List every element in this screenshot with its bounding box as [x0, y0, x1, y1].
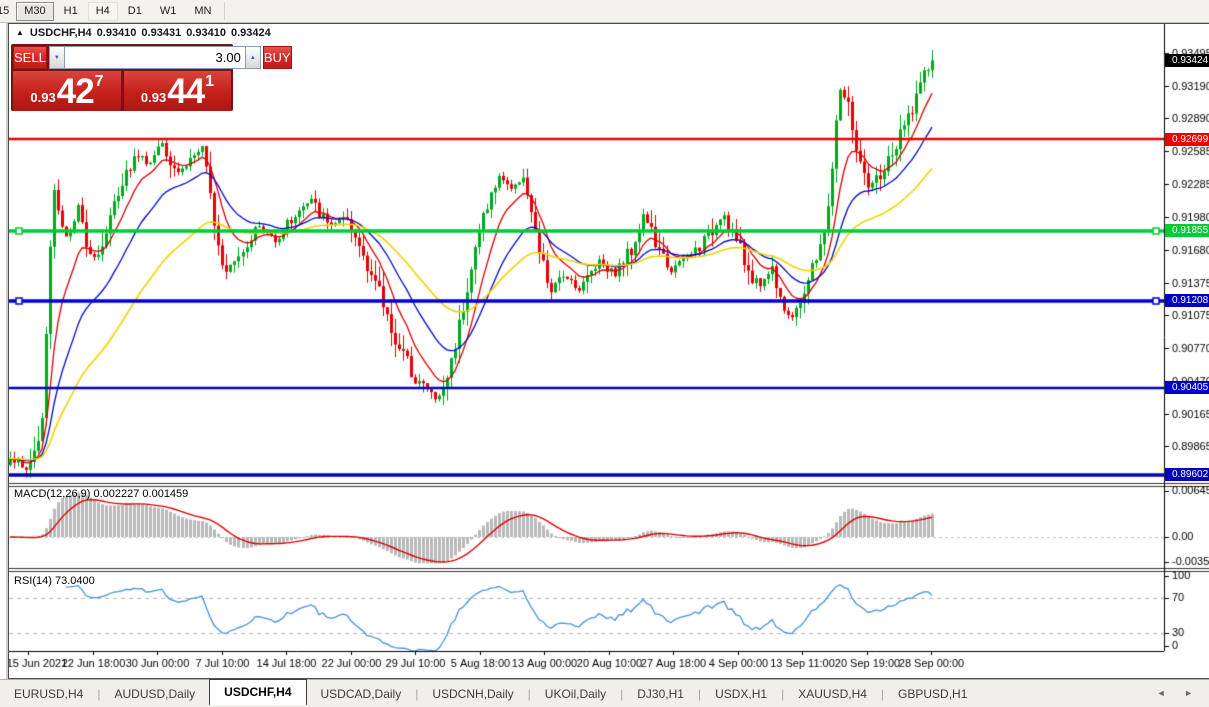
- chart-tab-bar: EURUSD,H4|AUDUSD,DailyUSDCHF,H4USDCAD,Da…: [0, 679, 1209, 707]
- buy-button[interactable]: BUY: [263, 46, 292, 69]
- chart-tab-usdcad-daily[interactable]: USDCAD,Daily: [307, 683, 416, 704]
- axis-tag-level-0.90405[interactable]: 0.90405: [1165, 381, 1209, 394]
- volume-decrease-button[interactable]: ▼: [49, 46, 65, 69]
- sell-price-point: 7: [95, 73, 104, 91]
- timeframe-toolbar: 15M30H1H4D1W1MN: [0, 0, 1209, 23]
- sell-button[interactable]: SELL: [13, 46, 47, 69]
- timeframe-button-m30[interactable]: M30: [16, 2, 53, 21]
- tab-scroll-left-icon[interactable]: ◄: [1157, 688, 1174, 698]
- timeframe-button-mn[interactable]: MN: [186, 2, 219, 21]
- low-value: 0.93410: [186, 27, 226, 39]
- chart-tab-usdcnh-daily[interactable]: USDCNH,Daily: [418, 683, 527, 704]
- timeframe-button-d1[interactable]: D1: [120, 2, 150, 21]
- one-click-trading-panel: SELL ▼ ▲ BUY 0.93 42 7 0.93 44 1: [11, 44, 233, 111]
- axis-tag-level-0.91855[interactable]: 0.91855: [1165, 224, 1209, 237]
- collapse-arrow-icon[interactable]: ▲: [16, 28, 24, 37]
- chart-tab-dj30-h1[interactable]: DJ30,H1: [623, 683, 698, 704]
- buy-price-fraction: 0.93: [141, 90, 166, 105]
- chart-ohlc-title: ▲ USDCHF,H4 0.93410 0.93431 0.93410 0.93424: [16, 27, 271, 39]
- axis-tag-level-0.91208[interactable]: 0.91208: [1165, 294, 1209, 307]
- chart-tab-gbpusd-h1[interactable]: GBPUSD,H1: [884, 683, 981, 704]
- chart-tab-usdchf-h4[interactable]: USDCHF,H4: [209, 679, 306, 705]
- axis-tag-current-price: 0.93424: [1165, 54, 1209, 67]
- tab-scroll-right-icon[interactable]: ►: [1184, 688, 1201, 698]
- chart-tab-usdx-h1[interactable]: USDX,H1: [701, 683, 781, 704]
- volume-input[interactable]: [65, 46, 245, 69]
- axis-tag-level-0.92699[interactable]: 0.92699: [1165, 133, 1209, 146]
- chart-tab-xauusd-h4[interactable]: XAUUSD,H4: [784, 683, 881, 704]
- chart-tab-audusd-daily[interactable]: AUDUSD,Daily: [100, 683, 209, 704]
- volume-increase-button[interactable]: ▲: [245, 46, 261, 69]
- chart-canvas[interactable]: [9, 24, 1209, 678]
- chart-window: ▲ USDCHF,H4 0.93410 0.93431 0.93410 0.93424 S…: [8, 23, 1209, 679]
- timeframe-button-15[interactable]: 15: [0, 2, 14, 21]
- sell-price-pips: 42: [57, 73, 94, 111]
- sell-price-quote[interactable]: 0.93 42 7: [13, 71, 121, 111]
- buy-price-quote[interactable]: 0.93 44 1: [124, 71, 231, 111]
- sell-price-fraction: 0.93: [30, 90, 55, 105]
- chart-tab-ukoil-daily[interactable]: UKOil,Daily: [531, 683, 620, 704]
- open-value: 0.93410: [97, 27, 137, 39]
- timeframe-button-h1[interactable]: H1: [56, 2, 86, 21]
- tab-scroll-arrows: ◄ ►: [1157, 688, 1201, 698]
- close-value: 0.93424: [231, 27, 271, 39]
- high-value: 0.93431: [141, 27, 181, 39]
- timeframe-button-w1[interactable]: W1: [152, 2, 185, 21]
- symbol-period-label: USDCHF,H4: [30, 27, 92, 39]
- axis-tag-level-0.89602[interactable]: 0.89602: [1165, 468, 1209, 481]
- buy-price-point: 1: [205, 73, 214, 91]
- buy-price-pips: 44: [167, 73, 204, 111]
- toolbar-separator: [224, 2, 225, 20]
- mt4-terminal: 15M30H1H4D1W1MN ▲ USDCHF,H4 0.93410 0.93431…: [0, 0, 1209, 707]
- timeframe-button-h4[interactable]: H4: [88, 2, 118, 21]
- macd-label: MACD(12,26,9) 0.002227 0.001459: [14, 488, 188, 500]
- volume-stepper: ▼ ▲: [49, 46, 261, 69]
- rsi-label: RSI(14) 73.0400: [14, 575, 95, 587]
- chart-tab-eurusd-h4[interactable]: EURUSD,H4: [0, 683, 97, 704]
